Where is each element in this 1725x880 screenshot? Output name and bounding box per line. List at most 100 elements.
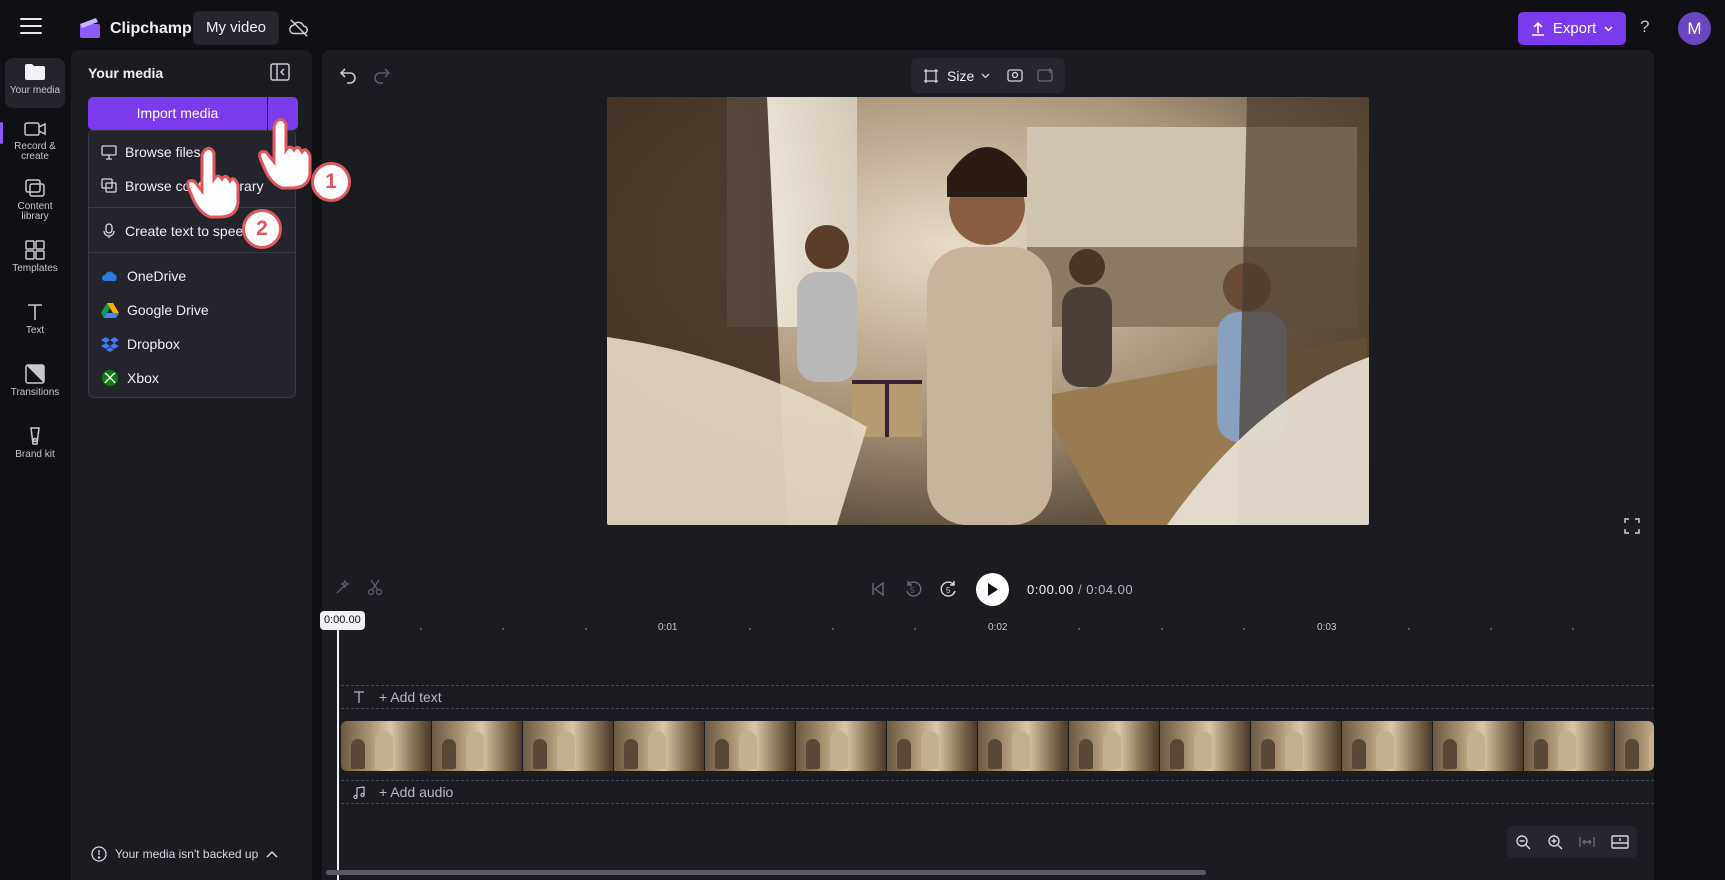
ruler-tick <box>1161 628 1163 630</box>
active-indicator <box>0 122 3 144</box>
ruler-label: 0:03 <box>1317 622 1337 633</box>
ruler-tick <box>1490 628 1492 630</box>
ruler-label: 0:02 <box>988 622 1008 633</box>
rail-label: Transitions <box>10 387 60 398</box>
playhead-time-chip: 0:00.00 <box>320 611 365 630</box>
import-media-button[interactable]: Import media <box>88 97 267 130</box>
timeline-scrollbar[interactable] <box>326 870 1206 875</box>
transitions-icon <box>25 364 45 384</box>
clipchamp-logo <box>80 18 100 38</box>
cloud-off-icon[interactable] <box>288 17 310 39</box>
text-track[interactable]: + Add text <box>341 685 1654 709</box>
rail-item-transitions[interactable]: Transitions <box>5 360 65 410</box>
menu-item-dropbox[interactable]: Dropbox <box>89 329 295 359</box>
scissors-icon[interactable] <box>366 578 384 596</box>
ruler-tick <box>1408 628 1410 630</box>
video-clip[interactable] <box>341 721 1654 771</box>
rail-label: Your media <box>9 85 61 96</box>
playhead[interactable] <box>337 630 339 880</box>
rail-item-templates[interactable]: Templates <box>5 236 65 286</box>
timeline-ruler[interactable]: 0:01 0:02 0:03 <box>322 614 1654 638</box>
size-button[interactable]: Size <box>947 68 974 84</box>
rail-item-text[interactable]: Text <box>5 298 65 348</box>
skip-to-start-icon[interactable] <box>870 581 886 597</box>
menu-separator <box>89 252 295 253</box>
rail-item-record-create[interactable]: Record & create <box>5 116 65 166</box>
ruler-tick <box>585 628 587 630</box>
zoom-out-icon[interactable] <box>1515 834 1531 850</box>
rail-label: Brand kit <box>15 449 55 460</box>
upload-icon <box>1531 21 1544 36</box>
time-separator: / <box>1078 581 1083 597</box>
audio-track[interactable]: + Add audio <box>341 780 1654 804</box>
collapse-panel-icon[interactable] <box>270 63 290 81</box>
zoom-controls <box>1507 826 1637 858</box>
backup-warning[interactable]: Your media isn't backed up <box>91 846 278 862</box>
rail-label: Text <box>25 325 45 336</box>
ruler-tick <box>502 628 504 630</box>
rewind-5-icon[interactable]: 5 <box>904 580 922 598</box>
backup-note-text: Your media isn't backed up <box>115 847 259 861</box>
background-remove-icon[interactable] <box>1007 67 1025 83</box>
play-icon <box>988 582 998 596</box>
brand-kit-icon <box>30 427 40 445</box>
magic-icon[interactable] <box>334 578 352 596</box>
play-button[interactable] <box>976 572 1009 606</box>
current-time: 0:00.00 <box>1027 581 1074 597</box>
clip-frame <box>1615 721 1654 771</box>
music-note-icon <box>353 785 365 799</box>
chevron-up-icon <box>266 850 278 858</box>
menu-item-onedrive[interactable]: OneDrive <box>89 261 295 291</box>
rail-label: library <box>21 211 49 222</box>
ruler-tick <box>914 628 916 630</box>
clip-frame <box>887 721 978 771</box>
monitor-icon <box>101 144 117 160</box>
ruler-tick <box>832 628 834 630</box>
clip-frame <box>978 721 1069 771</box>
project-title-button[interactable]: My video <box>193 11 280 45</box>
zoom-in-icon[interactable] <box>1547 834 1563 850</box>
microphone-icon <box>103 223 115 238</box>
clip-frame <box>705 721 796 771</box>
text-icon <box>354 690 364 703</box>
step-badge-1: 1 <box>311 162 351 202</box>
clipchamp-editor: Clipchamp My video Export ? M Your media… <box>0 0 1725 880</box>
left-rail: Your media Record & create Content libra… <box>0 56 70 880</box>
hand-pointer-icon <box>186 146 240 219</box>
clip-frame <box>1160 721 1251 771</box>
rail-item-brand-kit[interactable]: Brand kit <box>5 422 65 472</box>
templates-icon <box>25 240 45 260</box>
expand-timeline-icon[interactable] <box>1611 834 1629 850</box>
redo-icon[interactable] <box>372 65 392 85</box>
onedrive-icon <box>102 271 117 281</box>
clip-frame <box>796 721 887 771</box>
library-icon <box>25 179 45 197</box>
rail-label: Templates <box>12 263 58 274</box>
folder-icon <box>25 64 45 80</box>
clip-frame <box>1251 721 1342 771</box>
dropbox-icon <box>101 337 119 352</box>
clip-frame <box>614 721 705 771</box>
rail-item-your-media[interactable]: Your media <box>5 58 65 108</box>
fit-timeline-icon[interactable] <box>1579 834 1595 850</box>
add-text-label: + Add text <box>379 689 442 705</box>
ruler-tick <box>420 628 422 630</box>
info-icon <box>91 846 107 862</box>
help-icon[interactable]: ? <box>1640 17 1649 37</box>
export-button[interactable]: Export <box>1518 12 1626 45</box>
rail-item-content-library[interactable]: Content library <box>5 174 65 224</box>
ruler-tick <box>1243 628 1245 630</box>
menu-item-xbox[interactable]: Xbox <box>89 363 295 393</box>
menu-icon[interactable] <box>20 18 42 36</box>
forward-5-icon[interactable]: 5 <box>940 580 958 598</box>
avatar[interactable]: M <box>1678 12 1711 45</box>
step-badge-2: 2 <box>242 209 282 249</box>
add-media-icon[interactable] <box>1037 67 1055 83</box>
fullscreen-icon[interactable] <box>1624 518 1640 534</box>
text-icon <box>28 304 42 320</box>
video-preview <box>607 97 1369 525</box>
undo-icon[interactable] <box>338 65 358 85</box>
ruler-tick <box>749 628 751 630</box>
xbox-icon <box>102 370 118 386</box>
menu-item-google-drive[interactable]: Google Drive <box>89 295 295 325</box>
